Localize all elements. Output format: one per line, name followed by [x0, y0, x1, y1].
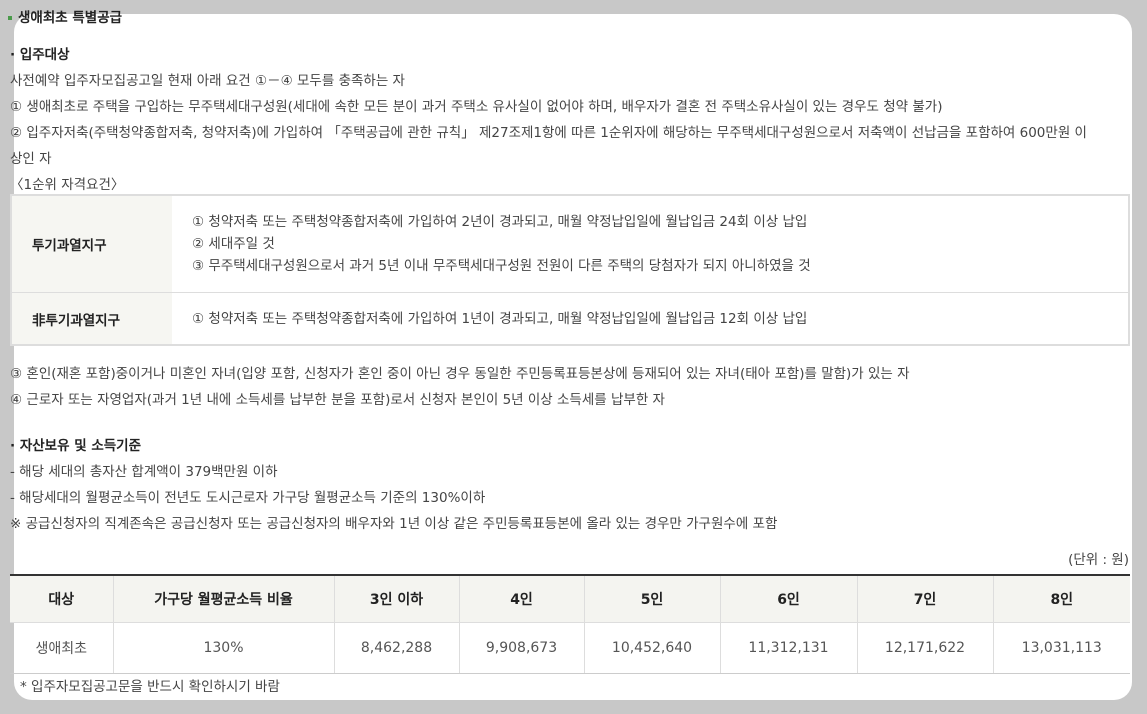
- eligibility-item-3: ③ 혼인(재혼 포함)중이거나 미혼인 자녀(입양 포함, 신청자가 혼인 중이…: [10, 366, 910, 382]
- table-header: 5인: [583, 574, 720, 623]
- req-row-non-overheated: 非투기과열지구 ① 청약저축 또는 주택청약종합저축에 가입하여 1년이 경과되…: [12, 293, 1128, 344]
- req-row-label: 투기과열지구: [12, 196, 172, 292]
- table-header: 7인: [856, 574, 993, 623]
- req-line: ② 세대주일 것: [192, 236, 275, 252]
- eligibility-item-1: ① 생애최초로 주택을 구입하는 무주택세대구성원(세대에 속한 모든 분이 과…: [10, 99, 943, 115]
- assets-line-2: - 해당세대의 월평균소득이 전년도 도시근로자 가구당 월평균소득 기준의 1…: [10, 490, 486, 506]
- table-header: 가구당 월평균소득 비율: [112, 574, 334, 623]
- req-line: ③ 무주택세대구성원으로서 과거 5년 이내 무주택세대구성원 전원이 다른 주…: [192, 258, 811, 274]
- table-header: 6인: [719, 574, 857, 623]
- table-cell: 130%: [112, 622, 334, 674]
- table-header: 3인 이하: [333, 574, 459, 623]
- eligibility-heading: · 입주대상: [10, 47, 70, 63]
- income-table: 대상 가구당 월평균소득 비율 3인 이하 4인 5인 6인 7인 8인 생애최…: [10, 574, 1130, 674]
- eligibility-item-4: ④ 근로자 또는 자영업자(과거 1년 내에 소득세를 납부한 분을 포함)로서…: [10, 392, 665, 408]
- req-row-body: ① 청약저축 또는 주택청약종합저축에 가입하여 1년이 경과되고, 매월 약정…: [172, 293, 1128, 344]
- footnote: * 입주자모집공고문을 반드시 확인하시기 바람: [20, 679, 280, 695]
- table-header: 4인: [458, 574, 584, 623]
- req-title: 〈1순위 자격요건〉: [10, 177, 125, 193]
- table-header-row: 대상 가구당 월평균소득 비율 3인 이하 4인 5인 6인 7인 8인: [10, 574, 1130, 623]
- assets-note: ※ 공급신청자의 직계존속은 공급신청자 또는 공급신청자의 배우자와 1년 이…: [10, 516, 778, 532]
- table-cell: 12,171,622: [856, 622, 993, 674]
- req-line: ① 청약저축 또는 주택청약종합저축에 가입하여 1년이 경과되고, 매월 약정…: [192, 310, 808, 327]
- table-cell: 9,908,673: [458, 622, 584, 674]
- table-cell: 13,031,113: [992, 622, 1130, 674]
- bullet-icon: [8, 16, 12, 20]
- req-row-body: ① 청약저축 또는 주택청약종합저축에 가입하여 2년이 경과되고, 매월 약정…: [172, 196, 1128, 292]
- assets-line-1: - 해당 세대의 총자산 합계액이 379백만원 이하: [10, 464, 278, 480]
- table-header: 대상: [10, 574, 113, 623]
- first-rank-requirements: 투기과열지구 ① 청약저축 또는 주택청약종합저축에 가입하여 2년이 경과되고…: [10, 194, 1130, 346]
- req-line: ① 청약저축 또는 주택청약종합저축에 가입하여 2년이 경과되고, 매월 약정…: [192, 214, 808, 230]
- table-cell: 10,452,640: [583, 622, 720, 674]
- table-cell: 11,312,131: [719, 622, 857, 674]
- req-row-label: 非투기과열지구: [12, 293, 172, 344]
- assets-heading: · 자산보유 및 소득기준: [10, 438, 142, 454]
- table-header: 8인: [992, 574, 1130, 623]
- eligibility-intro: 사전예약 입주자모집공고일 현재 아래 요건 ①－④ 모두를 충족하는 자: [10, 73, 405, 89]
- table-cell: 8,462,288: [333, 622, 459, 674]
- eligibility-item-2-cont: 상인 자: [10, 151, 52, 167]
- req-row-overheated: 투기과열지구 ① 청약저축 또는 주택청약종합저축에 가입하여 2년이 경과되고…: [12, 196, 1128, 293]
- table-row: 생애최초 130% 8,462,288 9,908,673 10,452,640…: [10, 622, 1130, 674]
- page-title: 생애최초 특별공급: [8, 6, 122, 26]
- unit-label: (단위 : 원): [1068, 552, 1129, 568]
- table-cell: 생애최초: [10, 622, 113, 674]
- eligibility-item-2: ② 입주자저축(주택청약종합저축, 청약저축)에 가입하여 「주택공급에 관한 …: [10, 125, 1087, 141]
